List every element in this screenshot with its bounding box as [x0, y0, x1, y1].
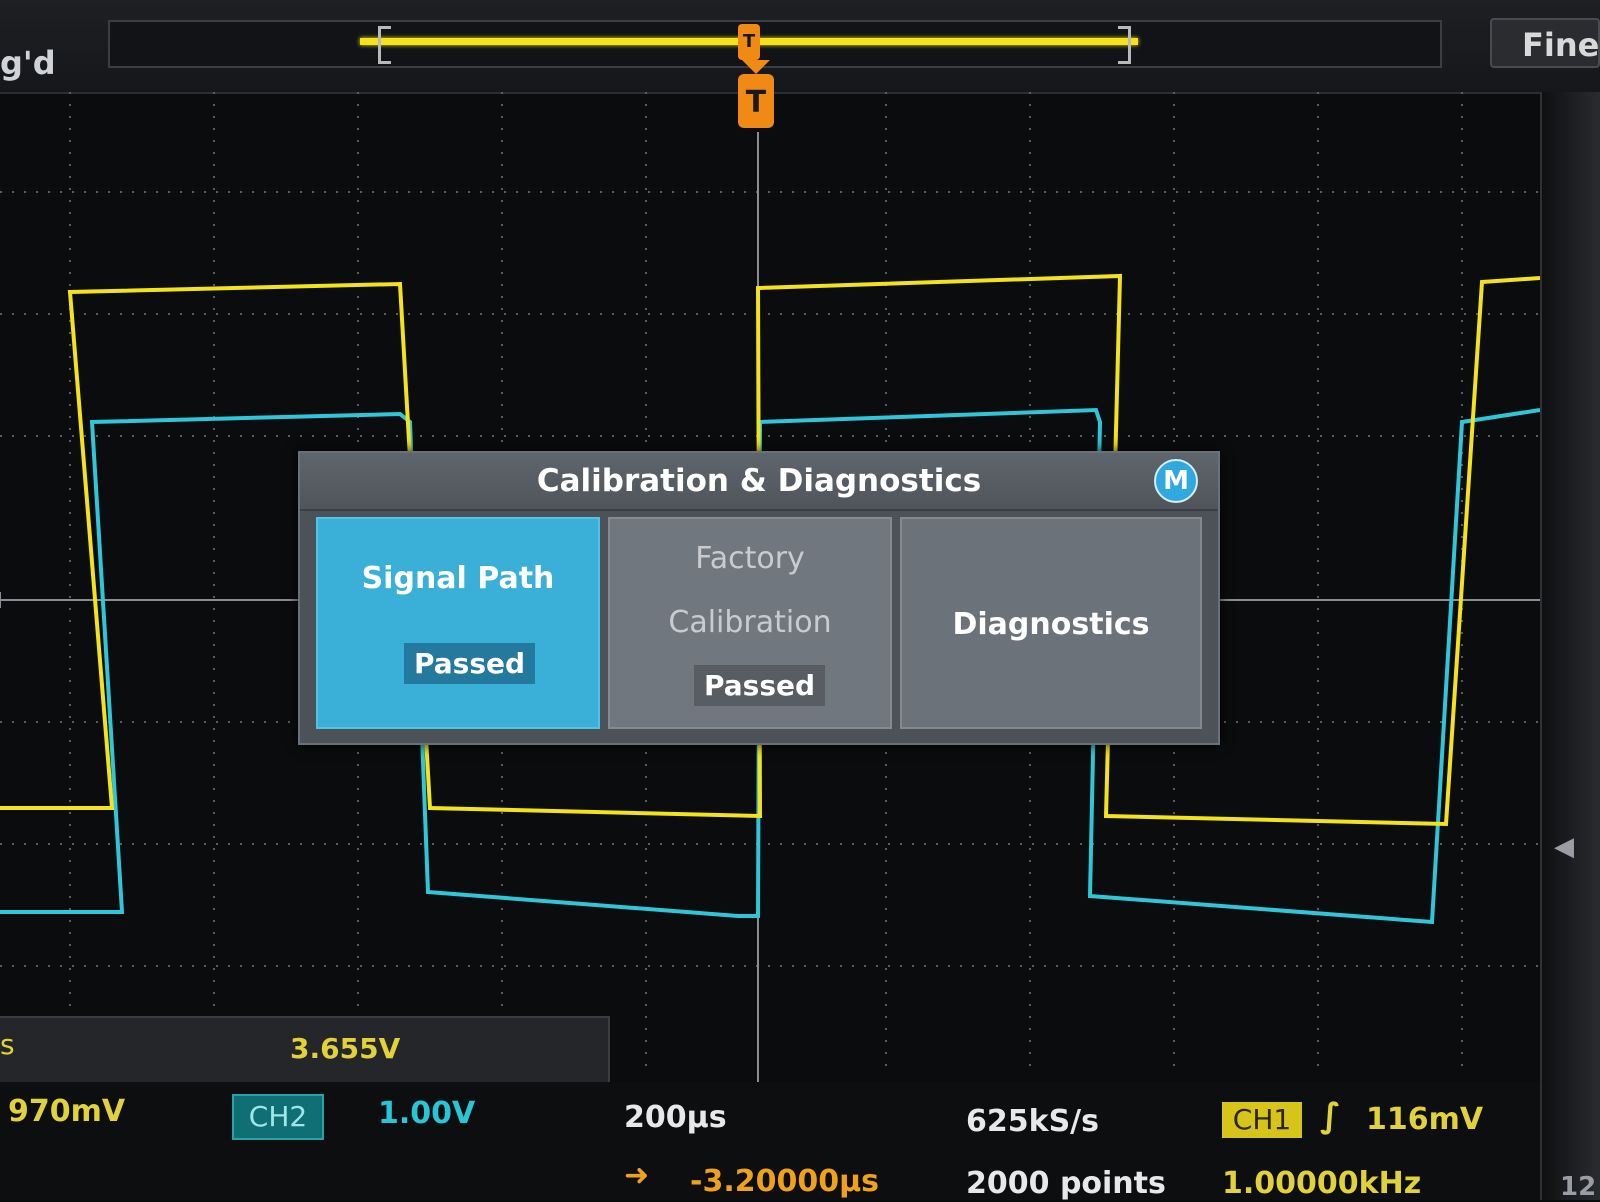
collapse-arrow-icon[interactable]: ◀ [1554, 832, 1574, 862]
signal-path-status: Passed [404, 643, 536, 684]
dialog-title: Calibration & Diagnostics [536, 463, 982, 499]
measurement-label: s [0, 1028, 15, 1061]
calibration-diagnostics-dialog: Calibration & Diagnostics M Signal Path … [298, 451, 1220, 745]
corner-readout: 12 [1560, 1172, 1597, 1202]
factory-calibration-tile[interactable]: Factory Calibration Passed [608, 517, 892, 729]
acquisition-status: g'd [0, 44, 56, 82]
record-trigger-marker: T [738, 24, 760, 60]
m-badge-icon[interactable]: M [1154, 459, 1198, 503]
sample-rate: 625kS/s [966, 1104, 1099, 1139]
side-panel-rail[interactable]: ◀ [1540, 92, 1600, 1200]
horizontal-position[interactable]: -3.20000µs [690, 1164, 879, 1199]
rising-edge-icon: ∫ [1320, 1096, 1341, 1136]
trigger-position-marker[interactable]: T [738, 60, 774, 128]
record-length: 2000 points [966, 1166, 1166, 1201]
record-view-bar[interactable]: T [108, 20, 1442, 68]
top-bar: g'd T Fine [0, 0, 1600, 94]
trigger-level[interactable]: 116mV [1366, 1102, 1483, 1137]
diagnostics-label: Diagnostics [952, 607, 1150, 642]
horizontal-position-arrow-icon: ➜ [624, 1158, 650, 1193]
factory-calibration-label-line1: Factory [695, 541, 805, 576]
ch2-badge[interactable]: CH2 [232, 1094, 324, 1140]
ch2-vertical-scale[interactable]: 1.00V [378, 1096, 475, 1131]
zoom-window-right-bracket[interactable] [1118, 26, 1131, 64]
signal-path-label: Signal Path [361, 561, 555, 596]
bottom-status-bar: 970mV CH2 1.00V 200µs ➜ -3.20000µs 625kS… [0, 1082, 1596, 1202]
trigger-frequency: 1.00000kHz [1222, 1166, 1422, 1201]
factory-calibration-label-line2: Calibration [668, 605, 832, 640]
factory-calibration-status: Passed [694, 665, 826, 706]
measurement-value: 3.655V [290, 1032, 401, 1065]
dialog-titlebar: Calibration & Diagnostics M [300, 453, 1218, 511]
trigger-source-badge[interactable]: CH1 [1222, 1102, 1302, 1138]
ch1-vertical-scale[interactable]: 970mV [8, 1094, 125, 1129]
diagnostics-tile[interactable]: Diagnostics [900, 517, 1202, 729]
signal-path-tile[interactable]: Signal Path Passed [316, 517, 600, 729]
measurement-panel[interactable]: s 3.655V [0, 1016, 610, 1084]
zoom-window-left-bracket[interactable] [378, 26, 391, 64]
horizontal-scale[interactable]: 200µs [624, 1100, 727, 1135]
fine-button[interactable]: Fine [1490, 18, 1600, 68]
